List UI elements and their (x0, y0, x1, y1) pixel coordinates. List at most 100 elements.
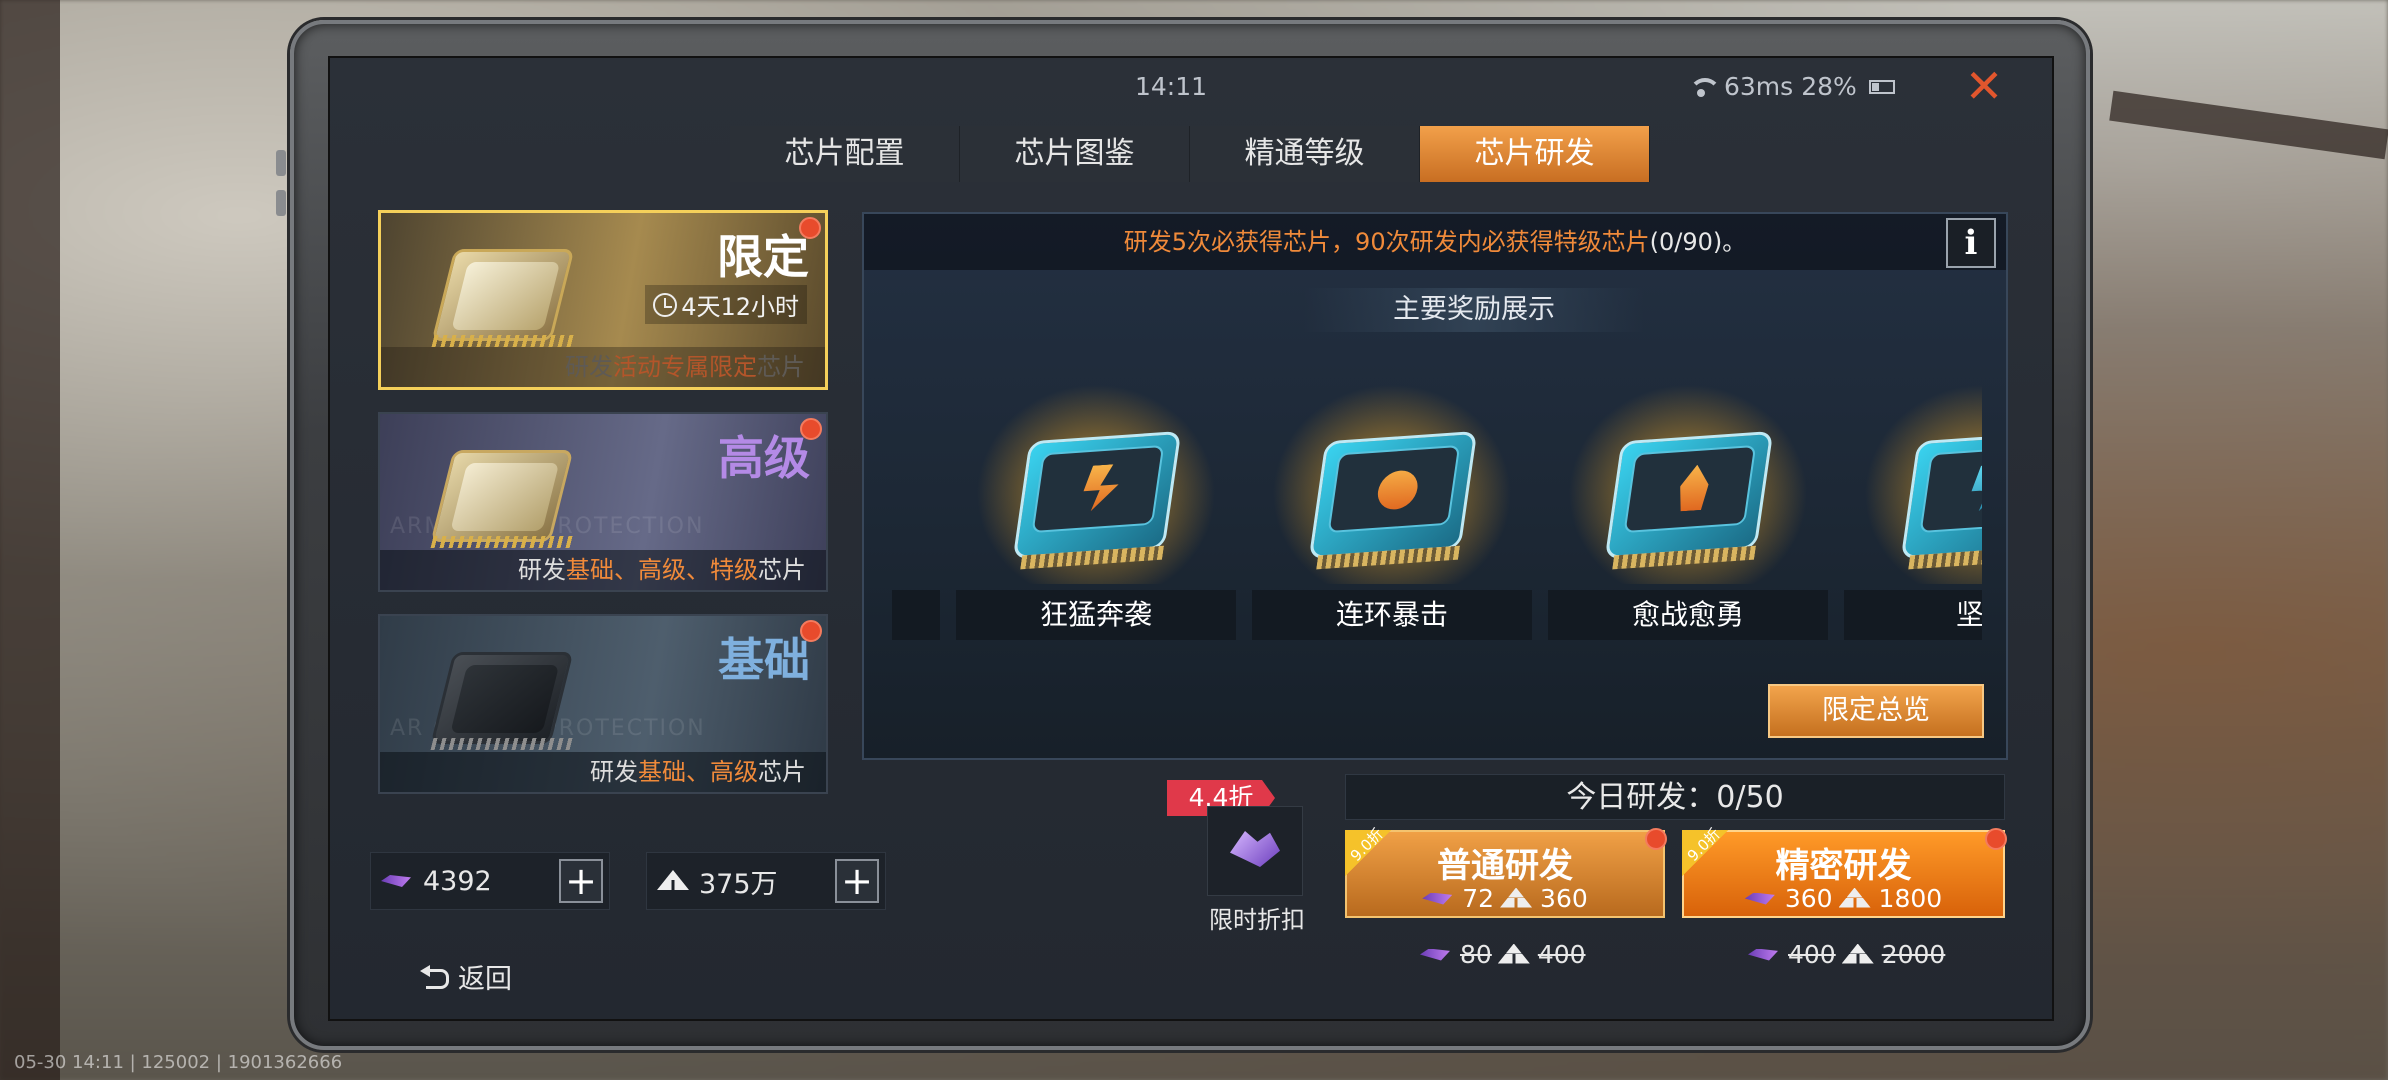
gem-icon (1745, 889, 1779, 909)
desc-prefix: 研发 (590, 758, 638, 786)
metal-amount: 375万 (699, 868, 778, 900)
limited-overview-button[interactable]: 限定总览 (1768, 684, 1984, 738)
frame-knob (276, 190, 286, 216)
frame-knob (276, 150, 286, 176)
tab-chip-config[interactable]: 芯片配置 (730, 126, 960, 182)
basic-research-card[interactable]: AR OM...NT PROTECTION 基础 研发基础、高级芯片 (378, 614, 828, 794)
back-button[interactable]: 返回 (420, 957, 512, 996)
desc-highlight: 活动专属限定 (613, 353, 757, 381)
cost-row: 360 1800 (1684, 884, 2003, 913)
reward-label: 狂猛奔袭 (956, 590, 1236, 640)
precise-research-button[interactable]: 9.0折 精密研发 360 1800 (1682, 825, 2007, 918)
gem-amount: 4392 (423, 865, 492, 897)
cost-row: 72 360 (1347, 884, 1663, 913)
back-arrow-icon (420, 964, 450, 989)
tab-chip-research[interactable]: 芯片研发 (1420, 126, 1650, 182)
metal-cost: 1800 (1878, 884, 1943, 913)
gem-icon (1748, 945, 1782, 965)
close-button[interactable]: ✕ (1962, 63, 2006, 109)
gem-icon (381, 871, 415, 891)
reward-label: 愈战愈勇 (1548, 590, 1828, 640)
metal-cost: 360 (1540, 884, 1588, 913)
metal-currency: 375万 + (646, 852, 886, 910)
countdown-timer: 4天12小时 (645, 285, 807, 324)
tab-mastery-level[interactable]: 精通等级 (1190, 126, 1420, 182)
orig-gem-cost: 400 (1788, 940, 1836, 969)
alert-dot (1645, 828, 1667, 850)
footer-info: 05-30 14:11 | 125002 | 1901362666 (14, 1052, 343, 1073)
reward-item[interactable]: 愈战愈勇 (1548, 366, 1828, 646)
original-price-precise: 400 2000 (1748, 940, 1945, 969)
notice-suffix: (0/90)。 (1649, 228, 1747, 256)
chip-icon (422, 642, 582, 762)
chip-reward-icon (1308, 430, 1478, 570)
chip-reward-icon (1012, 430, 1182, 570)
button-title: 精密研发 (1775, 846, 1912, 886)
orig-gem-cost: 80 (1460, 940, 1492, 969)
reward-item[interactable]: 狂猛奔袭 (956, 366, 1236, 646)
tab-chip-codex[interactable]: 芯片图鉴 (960, 126, 1190, 182)
status-clock: 14:11 (1135, 72, 1208, 101)
metal-icon (1500, 888, 1534, 910)
notice-highlight: 特级芯片 (1553, 228, 1650, 256)
desc-highlight: 基础、高级 (638, 758, 758, 786)
normal-research-button[interactable]: 9.0折 普通研发 72 360 (1345, 825, 1667, 918)
metal-icon (1498, 944, 1532, 966)
gem-cost: 360 (1784, 884, 1833, 913)
limited-research-card[interactable]: 限定 4天12小时 研发活动专属限定芯片 (378, 210, 828, 390)
add-gems-button[interactable]: + (559, 859, 603, 903)
metal-icon (657, 870, 691, 892)
daily-research-counter: 今日研发：0/50 (1345, 774, 2005, 820)
desc-highlight: 基础、高级、特级 (566, 556, 758, 584)
background-shadow (0, 0, 60, 1080)
reward-label: 连环暴击 (1252, 590, 1532, 640)
status-indicators: 63ms 28% (1686, 72, 1895, 101)
info-button[interactable]: i (1946, 218, 1996, 268)
guarantee-notice: 研发5次必获得芯片，90次研发内必获得特级芯片(0/90)。 (864, 214, 2006, 270)
metal-icon (1839, 888, 1873, 910)
wifi-icon (1686, 76, 1721, 98)
clock-icon (653, 292, 678, 317)
ping-text: 63ms (1724, 72, 1794, 101)
original-price-normal: 80 400 (1420, 940, 1586, 969)
add-metal-button[interactable]: + (835, 859, 879, 903)
chip-icon (423, 239, 583, 359)
tab-bar: 芯片配置 芯片图鉴 精通等级 芯片研发 (730, 126, 1650, 182)
chip-reward-icon (1604, 430, 1774, 570)
reward-item[interactable]: 坚如 (1844, 366, 1982, 646)
gem-cost: 72 (1462, 884, 1495, 913)
gem-currency: 4392 + (370, 852, 610, 910)
gem-icon (1230, 831, 1280, 867)
alert-dot (1985, 828, 2007, 850)
reward-carousel[interactable]: 狂猛奔袭 连环暴击 愈战愈勇 坚如 (892, 366, 1982, 666)
discount-label: 限时折扣 (1209, 906, 1305, 934)
desc-prefix: 研发 (565, 353, 613, 381)
reward-label: 坚如 (1844, 590, 1982, 640)
battery-text: 28% (1801, 72, 1857, 101)
card-title: 基础 (718, 633, 810, 687)
alert-dot (799, 217, 821, 239)
advanced-research-card[interactable]: ARMAMENT PROTECTION 高级 研发基础、高级、特级芯片 (378, 412, 828, 592)
orig-metal-cost: 400 (1537, 940, 1586, 969)
desc-prefix: 研发 (518, 556, 566, 584)
battery-icon (1868, 79, 1895, 94)
rewards-subtitle: 主要奖励展示 (1304, 288, 1644, 332)
alert-dot (800, 620, 822, 642)
orig-metal-cost: 2000 (1881, 940, 1946, 969)
timer-text: 4天12小时 (681, 293, 799, 321)
gem-icon (1420, 945, 1454, 965)
alert-dot (800, 418, 822, 440)
back-label: 返回 (458, 964, 512, 995)
card-title: 限定 (717, 230, 809, 284)
limited-discount-item[interactable] (1207, 806, 1303, 896)
desc-suffix: 芯片 (758, 556, 806, 584)
desc-suffix: 芯片 (757, 353, 805, 381)
button-title: 普通研发 (1437, 846, 1573, 886)
chip-icon (422, 440, 582, 560)
card-description: 研发活动专属限定芯片 (381, 347, 825, 387)
metal-icon (1842, 944, 1876, 966)
card-description: 研发基础、高级、特级芯片 (380, 550, 826, 590)
reward-item[interactable]: 连环暴击 (1252, 366, 1532, 646)
reward-fragment (892, 590, 940, 640)
card-title: 高级 (718, 431, 810, 485)
